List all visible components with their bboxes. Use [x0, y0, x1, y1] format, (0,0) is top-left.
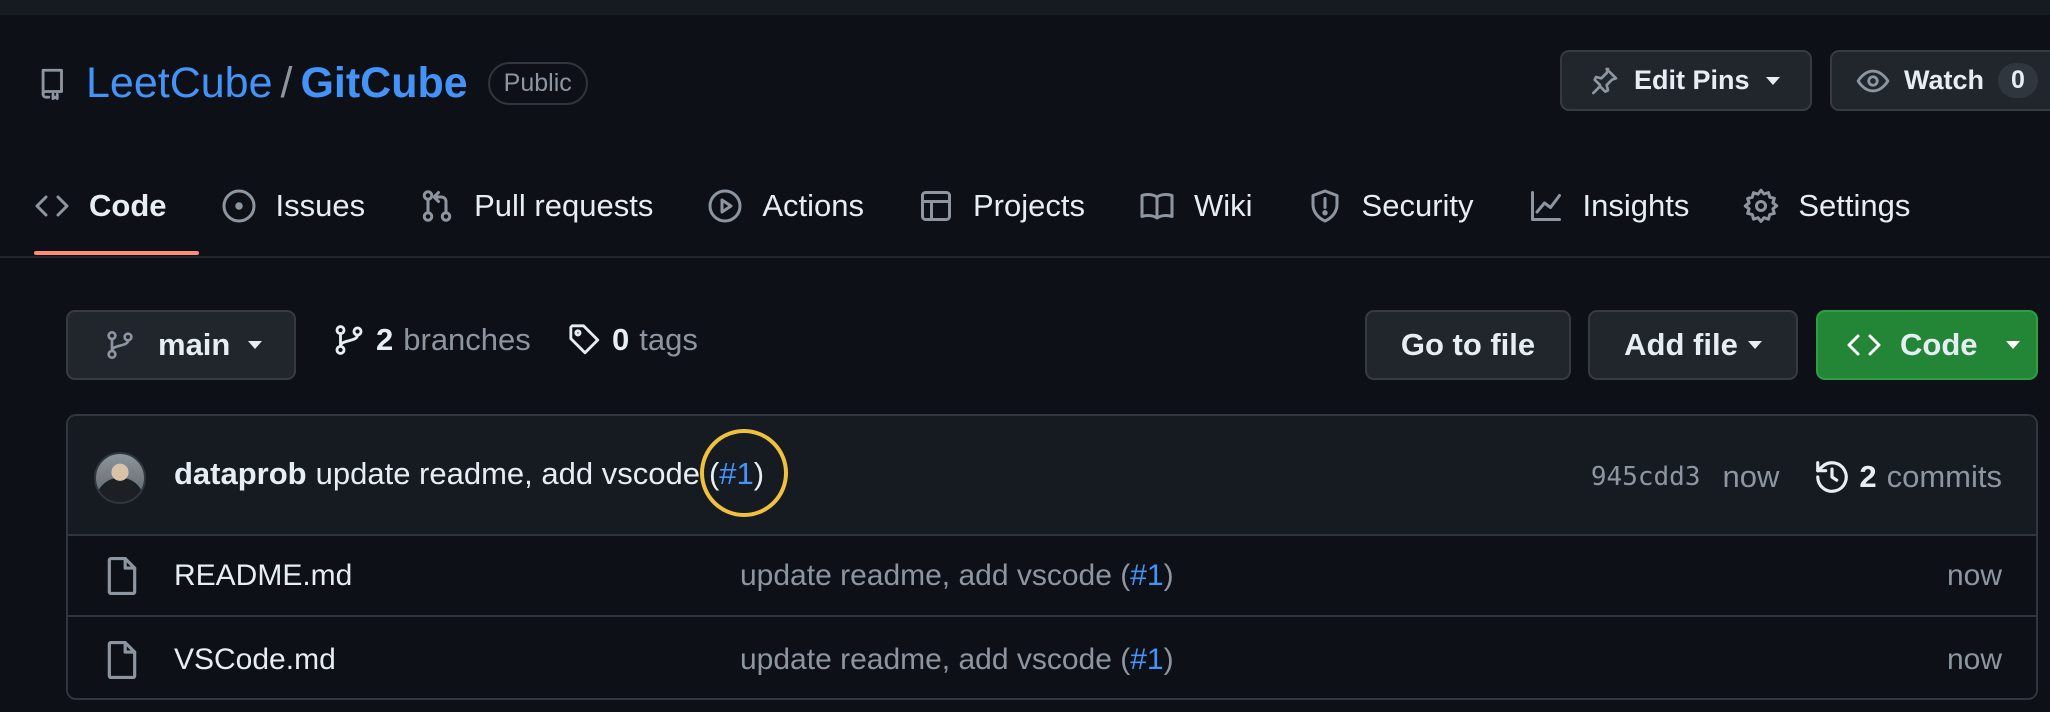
go-to-file-button[interactable]: Go to file	[1365, 310, 1571, 380]
repo-tab-nav: Code Issues Pull requests Actions Projec…	[34, 178, 1964, 234]
top-bar	[0, 0, 2050, 15]
tab-label: Insights	[1582, 188, 1690, 223]
commit-time: now	[1722, 459, 1780, 494]
edit-pins-label: Edit Pins	[1634, 65, 1750, 95]
git-branch-icon	[107, 331, 133, 359]
repo-header: LeetCube / GitCube Public	[36, 58, 588, 108]
repo-icon	[41, 68, 63, 100]
file-name-link[interactable]: README.md	[174, 559, 352, 593]
visibility-badge: Public	[487, 61, 588, 105]
file-commit-message: update readme, add vscode (#1)	[740, 559, 1174, 593]
tags-count: 0	[612, 322, 630, 357]
git-pull-request-icon	[422, 190, 452, 222]
commits-label[interactable]: commits	[1887, 459, 2002, 495]
chevron-down-icon	[1765, 76, 1780, 85]
repo-path-separator: /	[280, 58, 293, 107]
add-file-button[interactable]: Add file	[1588, 310, 1798, 380]
file-icon	[107, 640, 137, 679]
file-row: VSCode.md update readme, add vscode (#1)…	[68, 619, 2036, 698]
tab-settings[interactable]: Settings	[1743, 188, 1910, 224]
commit-meta: 945cdd3 now 2 commits	[1591, 458, 2002, 496]
pr-link[interactable]: #1	[1130, 559, 1163, 592]
chevron-down-icon	[1747, 341, 1762, 349]
tab-label: Security	[1361, 188, 1474, 223]
branches-label: branches	[403, 322, 531, 357]
tab-code[interactable]: Code	[34, 188, 167, 224]
tab-actions[interactable]: Actions	[707, 188, 864, 224]
tab-label: Projects	[973, 188, 1085, 223]
file-commit-message: update readme, add vscode (#1)	[740, 643, 1174, 677]
close-paren: )	[1163, 558, 1174, 592]
highlight-circle	[699, 429, 788, 517]
edit-pins-button[interactable]: Edit Pins	[1560, 50, 1812, 111]
commit-summary: dataprob update readme, add vscode (#1)	[174, 429, 788, 517]
tab-insights[interactable]: Insights	[1528, 188, 1690, 224]
tags-label: tags	[639, 322, 698, 357]
code-icon	[1847, 334, 1881, 356]
tab-label: Wiki	[1193, 188, 1253, 223]
file-list: dataprob update readme, add vscode (#1) …	[66, 414, 2038, 700]
code-icon	[35, 195, 69, 217]
tab-label: Settings	[1798, 188, 1911, 223]
watch-button[interactable]: Watch 0	[1830, 50, 2050, 111]
chevron-down-icon	[2005, 341, 2020, 349]
shield-icon	[1311, 189, 1339, 223]
file-commit-message-link[interactable]: update readme, add vscode (	[740, 643, 1130, 676]
tab-label: Pull requests	[474, 188, 654, 223]
branches-count: 2	[376, 322, 394, 357]
watch-count: 0	[1998, 63, 2038, 98]
pin-icon	[1592, 67, 1618, 94]
branch-selector[interactable]: main	[66, 310, 296, 380]
tag-icon	[569, 324, 600, 355]
play-icon	[708, 189, 742, 223]
table-icon	[921, 191, 951, 221]
avatar[interactable]	[94, 452, 146, 504]
repo-owner-link[interactable]: LeetCube	[86, 59, 273, 108]
go-to-file-label: Go to file	[1400, 327, 1536, 362]
eye-icon	[1856, 69, 1890, 92]
file-icon	[107, 556, 137, 595]
code-button[interactable]: Code	[1816, 310, 2038, 380]
tab-label: Code	[89, 188, 167, 223]
gear-icon	[1744, 188, 1779, 223]
commits-count[interactable]: 2	[1859, 459, 1876, 495]
file-commit-message-link[interactable]: update readme, add vscode (	[740, 559, 1130, 592]
watch-label: Watch	[1904, 65, 1984, 95]
file-row: README.md update readme, add vscode (#1)…	[68, 536, 2036, 617]
issue-opened-icon	[222, 189, 255, 223]
repo-name-link[interactable]: GitCube	[300, 59, 467, 108]
file-commit-time: now	[1946, 558, 2002, 592]
add-file-label: Add file	[1624, 327, 1738, 362]
latest-commit-row: dataprob update readme, add vscode (#1) …	[68, 416, 2036, 536]
tab-projects[interactable]: Projects	[918, 188, 1085, 224]
tabs-divider	[0, 256, 2050, 258]
code-button-label: Code	[1900, 327, 1978, 362]
pr-reference: (#1)	[699, 429, 788, 517]
book-icon	[1140, 193, 1174, 220]
close-paren: )	[1163, 642, 1174, 676]
tab-pull-requests[interactable]: Pull requests	[419, 188, 653, 224]
commit-message-link[interactable]: update readme, add vscode	[316, 456, 700, 492]
chevron-down-icon	[248, 341, 263, 349]
commit-author-link[interactable]: dataprob	[174, 456, 307, 492]
active-tab-indicator	[34, 251, 199, 255]
file-commit-time: now	[1946, 642, 2002, 676]
tab-wiki[interactable]: Wiki	[1139, 188, 1253, 224]
file-name-link[interactable]: VSCode.md	[174, 643, 336, 677]
tab-issues[interactable]: Issues	[221, 188, 366, 224]
graph-icon	[1530, 191, 1561, 221]
branch-name: main	[158, 327, 231, 362]
tab-security[interactable]: Security	[1307, 188, 1474, 224]
git-branch-icon	[335, 325, 363, 355]
tab-label: Issues	[275, 188, 366, 223]
pr-link[interactable]: #1	[1130, 643, 1163, 676]
branches-link[interactable]: 2 branches	[332, 322, 531, 358]
tab-label: Actions	[762, 188, 864, 223]
commit-sha-link[interactable]: 945cdd3	[1591, 462, 1701, 492]
history-icon	[1816, 461, 1849, 493]
tags-link[interactable]: 0 tags	[568, 322, 698, 358]
